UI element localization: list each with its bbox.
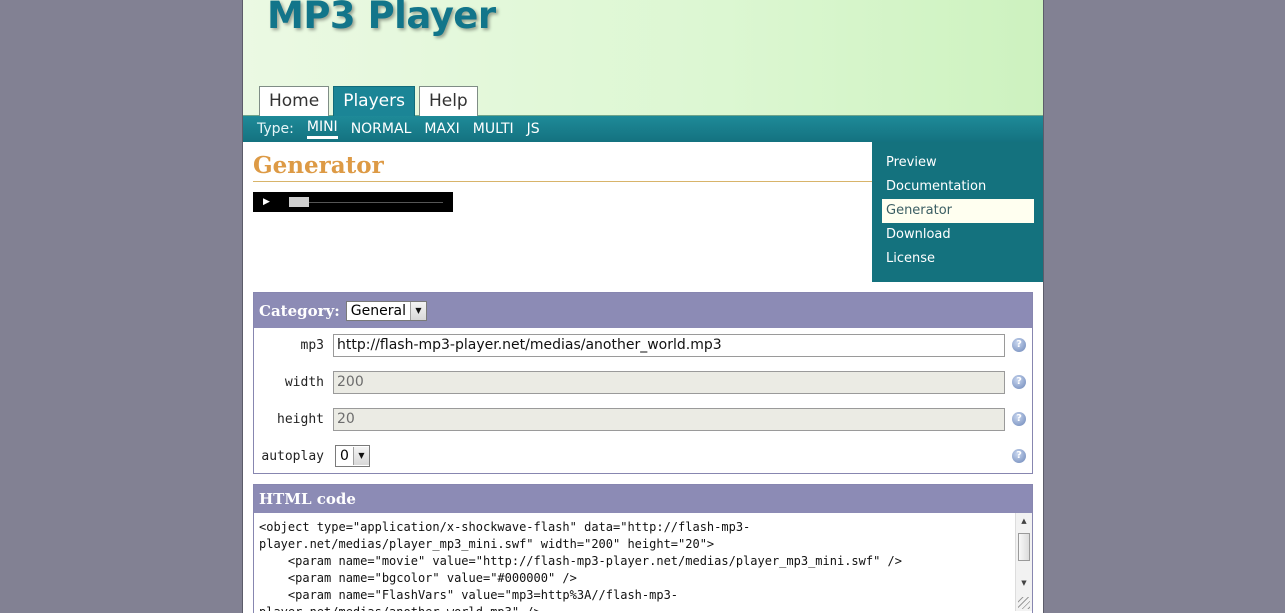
tab-help[interactable]: Help [418, 86, 478, 116]
autoplay-select-value: 0 [340, 448, 349, 464]
height-label: height [277, 412, 324, 427]
help-icon[interactable]: ? [1012, 449, 1026, 463]
settings-panel: Category: General ▼ mp3 http://flash-mp3… [253, 292, 1033, 474]
help-icon[interactable]: ? [1012, 338, 1026, 352]
width-input[interactable]: 200 [333, 371, 1005, 394]
page-container: MP3 Player Home Players Help Type: MINI … [242, 0, 1044, 613]
sidenav-item-license[interactable]: License [882, 247, 1034, 271]
mp3-player-preview: ▶ [253, 192, 453, 212]
chevron-down-icon: ▼ [409, 301, 426, 320]
title-divider [253, 181, 873, 182]
html-code-text[interactable]: <object type="application/x-shockwave-fl… [259, 519, 1011, 611]
category-label: Category: [259, 301, 340, 320]
html-code-textarea[interactable]: <object type="application/x-shockwave-fl… [254, 513, 1032, 611]
sidenav-item-download[interactable]: Download [882, 223, 1034, 247]
sidenav-item-preview[interactable]: Preview [882, 151, 1034, 175]
field-row-mp3: mp3 http://flash-mp3-player.net/medias/a… [254, 334, 1032, 358]
html-code-panel: HTML code <object type="application/x-sh… [253, 484, 1033, 613]
autoplay-select[interactable]: 0 ▼ [335, 445, 370, 467]
site-logo[interactable]: MP3 Player [267, 0, 496, 37]
autoplay-label: autoplay [261, 449, 324, 464]
scroll-up-icon[interactable]: ▲ [1016, 513, 1032, 529]
scroll-thumb[interactable] [1018, 533, 1030, 561]
resize-grip-icon[interactable] [1018, 597, 1030, 609]
tab-home[interactable]: Home [259, 86, 330, 116]
help-icon[interactable]: ? [1012, 375, 1026, 389]
tab-players[interactable]: Players [333, 86, 415, 116]
player-seek-handle[interactable] [289, 197, 309, 207]
sidenav-item-documentation[interactable]: Documentation [882, 175, 1034, 199]
html-code-title: HTML code [259, 490, 356, 508]
help-icon[interactable]: ? [1012, 412, 1026, 426]
height-input[interactable]: 20 [333, 408, 1005, 431]
category-select[interactable]: General ▼ [345, 300, 427, 321]
main-tabs: Home Players Help [259, 86, 478, 116]
mp3-input[interactable]: http://flash-mp3-player.net/medias/anoth… [333, 334, 1005, 357]
type-multi-link[interactable]: MULTI [473, 121, 514, 138]
player-seek-track[interactable] [309, 202, 443, 203]
site-header: MP3 Player Home Players Help [243, 0, 1043, 116]
type-normal-link[interactable]: NORMAL [351, 121, 412, 138]
scroll-down-icon[interactable]: ▼ [1016, 575, 1032, 591]
html-code-header: HTML code [254, 485, 1032, 513]
chevron-down-icon: ▼ [352, 447, 369, 465]
side-navigation: Preview Documentation Generator Download… [872, 142, 1043, 282]
field-row-height: height 20 ? [254, 408, 1032, 432]
category-select-value: General [350, 302, 406, 319]
width-label: width [284, 375, 324, 390]
type-mini-link[interactable]: MINI [306, 119, 338, 139]
field-row-autoplay: autoplay 0 ▼ ? [254, 445, 1032, 469]
play-icon[interactable]: ▶ [263, 196, 270, 208]
sidenav-item-generator[interactable]: Generator [882, 199, 1034, 223]
player-type-bar: Type: MINI NORMAL MAXI MULTI JS [243, 116, 1043, 142]
type-js-link[interactable]: JS [527, 121, 540, 138]
type-maxi-link[interactable]: MAXI [424, 121, 459, 138]
page-title: Generator [253, 152, 384, 179]
field-row-width: width 200 ? [254, 371, 1032, 395]
mp3-label: mp3 [300, 338, 324, 353]
type-label: Type: [257, 121, 294, 137]
settings-panel-header: Category: General ▼ [254, 293, 1032, 328]
